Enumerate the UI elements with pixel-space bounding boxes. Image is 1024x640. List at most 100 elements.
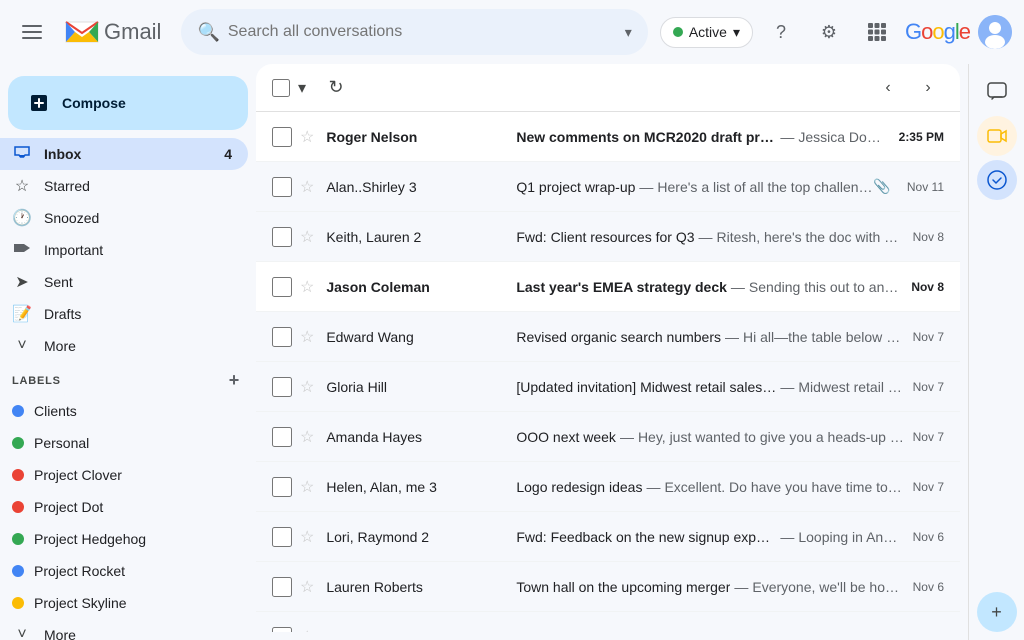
settings-button[interactable]: ⚙ bbox=[809, 12, 849, 52]
label-personal[interactable]: Personal bbox=[0, 427, 248, 459]
email-checkbox-4[interactable] bbox=[272, 327, 292, 347]
apps-button[interactable] bbox=[857, 12, 897, 52]
label-project-dot[interactable]: Project Dot bbox=[0, 491, 248, 523]
sidebar-item-starred[interactable]: ☆ Starred bbox=[0, 170, 248, 202]
email-toolbar: ▾ ↻ ‹ › bbox=[256, 64, 960, 112]
email-star-1[interactable]: ☆ bbox=[300, 177, 314, 197]
email-subject-7: Logo redesign ideas bbox=[516, 479, 642, 495]
email-row[interactable]: ☆ Helen, Ethan, me 5 Two pics from the c… bbox=[256, 612, 960, 632]
sidebar-item-more-nav[interactable]: ˅ More bbox=[0, 330, 248, 362]
email-star-7[interactable]: ☆ bbox=[300, 477, 314, 497]
active-status-button[interactable]: Active ▾ bbox=[660, 17, 753, 48]
email-checkbox-10[interactable] bbox=[272, 627, 292, 633]
starred-icon: ☆ bbox=[12, 176, 32, 196]
label-clients[interactable]: Clients bbox=[0, 395, 248, 427]
email-star-8[interactable]: ☆ bbox=[300, 527, 314, 547]
email-sender-6: Amanda Hayes bbox=[326, 429, 516, 445]
email-checkbox-9[interactable] bbox=[272, 577, 292, 597]
right-meet-icon[interactable] bbox=[977, 116, 1017, 156]
email-star-0[interactable]: ☆ bbox=[300, 127, 314, 147]
email-row[interactable]: ☆ Roger Nelson New comments on MCR2020 d… bbox=[256, 112, 960, 162]
sent-icon: ➤ bbox=[12, 272, 32, 292]
email-star-6[interactable]: ☆ bbox=[300, 427, 314, 447]
help-button[interactable]: ? bbox=[761, 12, 801, 52]
search-input[interactable] bbox=[228, 23, 617, 41]
compose-label: Compose bbox=[62, 95, 126, 111]
email-time-6: Nov 7 bbox=[913, 430, 944, 444]
email-row[interactable]: ☆ Edward Wang Revised organic search num… bbox=[256, 312, 960, 362]
label-project-rocket[interactable]: Project Rocket bbox=[0, 555, 248, 587]
email-row[interactable]: ☆ Alan..Shirley 3 Q1 project wrap-up — H… bbox=[256, 162, 960, 212]
email-row[interactable]: ☆ Helen, Alan, me 3 Logo redesign ideas … bbox=[256, 462, 960, 512]
email-star-10[interactable]: ☆ bbox=[300, 627, 314, 633]
right-add-button[interactable]: + bbox=[977, 592, 1017, 632]
email-star-9[interactable]: ☆ bbox=[300, 577, 314, 597]
email-subject-1: Q1 project wrap-up bbox=[516, 179, 635, 195]
select-all-checkbox[interactable] bbox=[272, 79, 290, 97]
email-checkbox-2[interactable] bbox=[272, 227, 292, 247]
label-project-clover[interactable]: Project Clover bbox=[0, 459, 248, 491]
email-sender-4: Edward Wang bbox=[326, 329, 516, 345]
right-chat-icon[interactable] bbox=[977, 72, 1017, 112]
email-row[interactable]: ☆ Jason Coleman Last year's EMEA strateg… bbox=[256, 262, 960, 312]
sidebar-item-more-labels[interactable]: ˅ More bbox=[0, 619, 248, 640]
right-tasks-icon[interactable] bbox=[977, 160, 1017, 200]
email-sender-7: Helen, Alan, me 3 bbox=[326, 479, 516, 495]
email-content-5: [Updated invitation] Midwest retail sale… bbox=[516, 379, 904, 395]
add-label-button[interactable]: + bbox=[229, 370, 240, 391]
sidebar-item-inbox[interactable]: Inbox 4 bbox=[0, 138, 248, 170]
email-dash-9: — bbox=[734, 579, 748, 595]
email-snippet-7: Excellent. Do have you have time to meet… bbox=[664, 479, 904, 495]
email-row[interactable]: ☆ Lauren Roberts Town hall on the upcomi… bbox=[256, 562, 960, 612]
email-checkbox-3[interactable] bbox=[272, 277, 292, 297]
email-sender-1: Alan..Shirley 3 bbox=[326, 179, 516, 195]
email-dash-8: — bbox=[780, 529, 794, 545]
email-content-3: Last year's EMEA strategy deck — Sending… bbox=[516, 279, 903, 295]
refresh-button[interactable]: ↻ bbox=[320, 72, 352, 104]
email-subject-0: New comments on MCR2020 draft presentati… bbox=[516, 129, 776, 145]
email-star-5[interactable]: ☆ bbox=[300, 377, 314, 397]
label-clover-text: Project Clover bbox=[34, 467, 122, 483]
label-project-skyline[interactable]: Project Skyline bbox=[0, 587, 248, 619]
email-row[interactable]: ☆ Lori, Raymond 2 Fwd: Feedback on the n… bbox=[256, 512, 960, 562]
email-sender-2: Keith, Lauren 2 bbox=[326, 229, 516, 245]
email-content-9: Town hall on the upcoming merger — Every… bbox=[516, 579, 904, 595]
important-label: Important bbox=[44, 242, 103, 258]
right-sidebar: + bbox=[968, 64, 1024, 640]
sidebar-item-drafts[interactable]: 📝 Drafts bbox=[0, 298, 248, 330]
email-row[interactable]: ☆ Keith, Lauren 2 Fwd: Client resources … bbox=[256, 212, 960, 262]
prev-page-button[interactable]: ‹ bbox=[872, 72, 904, 104]
compose-button[interactable]: Compose bbox=[8, 76, 248, 130]
email-star-2[interactable]: ☆ bbox=[300, 227, 314, 247]
sidebar-item-important[interactable]: Important bbox=[0, 234, 248, 266]
email-row[interactable]: ☆ Gloria Hill [Updated invitation] Midwe… bbox=[256, 362, 960, 412]
email-dash-4: — bbox=[725, 329, 739, 345]
email-snippet-5: Midwest retail sales check-in @ Tu… bbox=[798, 379, 904, 395]
email-sender-3: Jason Coleman bbox=[326, 279, 516, 295]
email-content-1: Q1 project wrap-up — Here's a list of al… bbox=[516, 179, 873, 195]
inbox-label: Inbox bbox=[44, 146, 81, 162]
avatar[interactable] bbox=[978, 15, 1012, 49]
next-page-button[interactable]: › bbox=[912, 72, 944, 104]
email-checkbox-0[interactable] bbox=[272, 127, 292, 147]
email-sender-5: Gloria Hill bbox=[326, 379, 516, 395]
email-star-4[interactable]: ☆ bbox=[300, 327, 314, 347]
email-row[interactable]: ☆ Amanda Hayes OOO next week — Hey, just… bbox=[256, 412, 960, 462]
email-time-3: Nov 8 bbox=[911, 280, 944, 294]
email-checkbox-8[interactable] bbox=[272, 527, 292, 547]
email-checkbox-6[interactable] bbox=[272, 427, 292, 447]
sidebar-item-sent[interactable]: ➤ Sent bbox=[0, 266, 248, 298]
email-checkbox-1[interactable] bbox=[272, 177, 292, 197]
email-checkbox-7[interactable] bbox=[272, 477, 292, 497]
email-snippet-1: Here's a list of all the top challenges … bbox=[657, 179, 873, 195]
hamburger-button[interactable] bbox=[12, 12, 52, 52]
select-all-area[interactable]: ▾ bbox=[272, 72, 312, 104]
label-project-hedgehog[interactable]: Project Hedgehog bbox=[0, 523, 248, 555]
email-checkbox-5[interactable] bbox=[272, 377, 292, 397]
search-dropdown-icon[interactable]: ▾ bbox=[625, 24, 632, 41]
email-star-3[interactable]: ☆ bbox=[300, 277, 314, 297]
search-bar[interactable]: 🔍 ▾ bbox=[181, 9, 647, 55]
email-dash-2: — bbox=[699, 229, 713, 245]
sidebar-item-snoozed[interactable]: 🕐 Snoozed bbox=[0, 202, 248, 234]
select-dropdown-button[interactable]: ▾ bbox=[292, 72, 312, 104]
